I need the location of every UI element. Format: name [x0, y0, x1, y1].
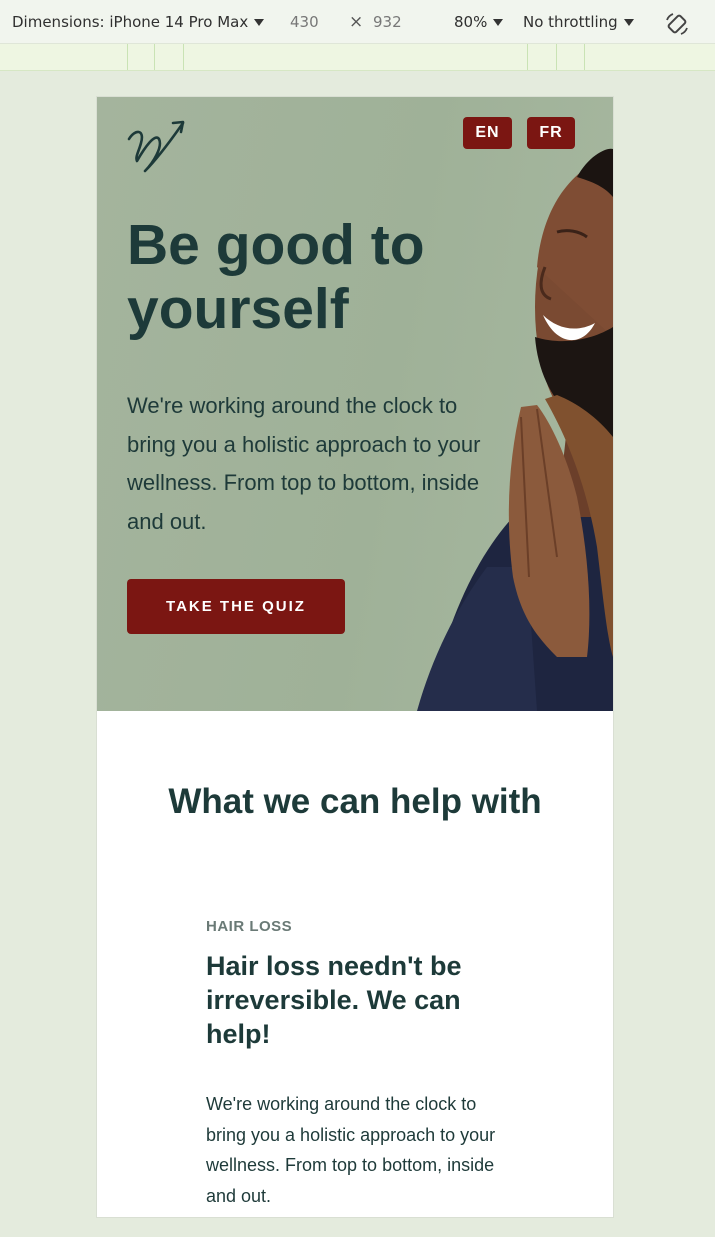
zoom-select[interactable]: 80% — [454, 0, 504, 44]
card-title: Hair loss needn't be irreversible. We ca… — [206, 951, 462, 1049]
media-query-bar[interactable] — [0, 44, 715, 71]
zoom-label: 80% — [454, 13, 488, 31]
device-label: Dimensions: iPhone 14 Pro Max — [12, 13, 249, 31]
card-description: We're working around the clock to bring … — [206, 1094, 496, 1206]
section-title: What we can help with — [168, 782, 542, 821]
language-fr-button[interactable]: FR — [527, 117, 575, 149]
language-en-button[interactable]: EN — [463, 117, 512, 149]
chevron-down-icon — [493, 18, 504, 26]
chevron-down-icon — [254, 18, 265, 26]
device-toolbar: Dimensions: iPhone 14 Pro Max 430 × 932 … — [0, 0, 715, 44]
rotate-icon[interactable] — [664, 11, 690, 37]
category-eyebrow: HAIR LOSS — [206, 918, 293, 935]
hero-title: Be good to yourself — [127, 213, 425, 341]
take-quiz-button[interactable]: TAKE THE QUIZ — [127, 579, 345, 634]
throttling-select[interactable]: No throttling — [523, 0, 634, 44]
height-input[interactable]: 932 — [373, 0, 402, 44]
hero-section: EN FR Be good to yourself We're working … — [97, 97, 613, 711]
device-viewport: EN FR Be good to yourself We're working … — [97, 97, 613, 1217]
signature-arrow-logo[interactable] — [125, 117, 187, 175]
hero-description: We're working around the clock to bring … — [127, 393, 481, 534]
chevron-down-icon — [623, 18, 634, 26]
dimension-separator: × — [349, 12, 364, 32]
device-select[interactable]: Dimensions: iPhone 14 Pro Max — [12, 0, 265, 44]
throttling-label: No throttling — [523, 13, 618, 31]
width-input[interactable]: 430 — [290, 0, 319, 44]
